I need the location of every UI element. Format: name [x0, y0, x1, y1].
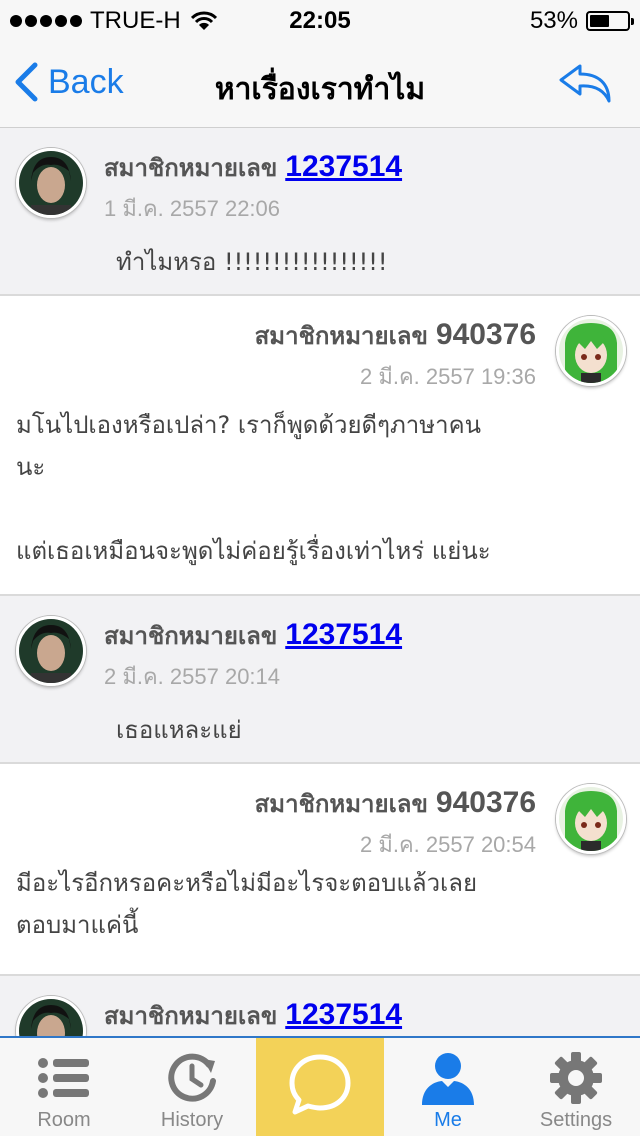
- battery-percent: 53%: [529, 7, 578, 34]
- tab-me-label: Me: [434, 1109, 462, 1131]
- member-label: สมาชิกหมายเลข: [254, 322, 428, 350]
- message-card: สมาชิกหมายเลข 1237514: [0, 976, 640, 1036]
- member-label: สมาชิกหมายเลข: [104, 1002, 278, 1030]
- avatar[interactable]: [16, 616, 86, 686]
- message-header: สมาชิกหมายเลข 1237514 2 มี.ค. 2557 20:14: [104, 616, 402, 694]
- gear-icon: [550, 1052, 602, 1104]
- message-date: 1 มี.ค. 2557 22:06: [104, 196, 281, 221]
- tab-settings-label: Settings: [539, 1109, 613, 1131]
- message-card: สมาชิกหมายเลข 940376 2 มี.ค. 2557 20:54 …: [0, 764, 640, 976]
- person-icon: [422, 1053, 474, 1105]
- anime-avatar-icon: [559, 787, 623, 851]
- message-date: 2 มี.ค. 2557 20:14: [104, 664, 281, 689]
- tab-history-label: History: [160, 1109, 224, 1131]
- battery-group: 53%: [529, 7, 634, 35]
- member-number: 940376: [435, 318, 536, 351]
- back-label: Back: [48, 62, 124, 101]
- message-header: สมาชิกหมายเลข 940376 2 มี.ค. 2557 20:54: [255, 784, 536, 862]
- member-number-link[interactable]: 1237514: [285, 150, 402, 184]
- message-card: สมาชิกหมายเลข 1237514 1 มี.ค. 2557 22:06…: [0, 128, 640, 296]
- message-card: สมาชิกหมายเลข 940376 2 มี.ค. 2557 19:36 …: [0, 296, 640, 596]
- message-text: มีอะไรอีกหรอคะหรือไม่มีอะไรจะตอบแล้วเลย …: [16, 869, 478, 939]
- message-header: สมาชิกหมายเลข 940376 2 มี.ค. 2557 19:36: [255, 316, 536, 394]
- avatar[interactable]: [556, 784, 626, 854]
- navigation-bar: Back หาเรื่องเราทำไม: [0, 40, 640, 128]
- tab-bar: Room History Me Settings: [0, 1036, 640, 1136]
- reply-button[interactable]: [558, 62, 612, 108]
- tab-room[interactable]: Room: [0, 1038, 128, 1136]
- message-text: มโนไปเองหรือเปล่า? เราก็พูดด้วยดีๆภาษาคน…: [16, 411, 491, 565]
- tab-room-label: Room: [37, 1109, 91, 1131]
- tab-chat[interactable]: [256, 1038, 384, 1136]
- avatar[interactable]: [556, 316, 626, 386]
- user-photo-icon: [19, 619, 83, 683]
- anime-avatar-icon: [559, 319, 623, 383]
- status-bar: TRUE-H 22:05 53%: [0, 0, 640, 40]
- chat-bubble-icon: [289, 1054, 351, 1115]
- tab-me[interactable]: Me: [384, 1038, 512, 1136]
- history-clock-icon: [168, 1053, 216, 1102]
- battery-icon: [586, 11, 634, 31]
- message-card: สมาชิกหมายเลข 1237514 2 มี.ค. 2557 20:14…: [0, 596, 640, 764]
- tab-settings[interactable]: Settings: [512, 1038, 640, 1136]
- message-text: ทำไมหรอ !!!!!!!!!!!!!!!!!: [116, 248, 388, 276]
- message-date: 2 มี.ค. 2557 19:36: [359, 364, 536, 389]
- member-number: 940376: [435, 786, 536, 819]
- back-button[interactable]: Back: [14, 62, 124, 102]
- message-date: 2 มี.ค. 2557 20:54: [359, 832, 536, 857]
- member-label: สมาชิกหมายเลข: [254, 790, 428, 818]
- message-header: สมาชิกหมายเลข 1237514 1 มี.ค. 2557 22:06: [104, 148, 402, 226]
- avatar[interactable]: [16, 996, 86, 1036]
- message-text: เธอแหละแย่: [116, 716, 242, 744]
- avatar[interactable]: [16, 148, 86, 218]
- member-number-link[interactable]: 1237514: [285, 998, 402, 1032]
- tab-history[interactable]: History: [128, 1038, 256, 1136]
- user-photo-icon: [19, 151, 83, 215]
- reply-arrow-icon: [559, 64, 611, 103]
- member-label: สมาชิกหมายเลข: [104, 154, 278, 182]
- user-photo-icon: [19, 999, 83, 1036]
- chevron-left-icon: [15, 62, 38, 102]
- member-label: สมาชิกหมายเลข: [104, 622, 278, 650]
- message-feed[interactable]: สมาชิกหมายเลข 1237514 1 มี.ค. 2557 22:06…: [0, 128, 640, 1036]
- member-number-link[interactable]: 1237514: [285, 618, 402, 652]
- list-icon: [38, 1058, 89, 1098]
- message-header: สมาชิกหมายเลข 1237514: [104, 996, 402, 1035]
